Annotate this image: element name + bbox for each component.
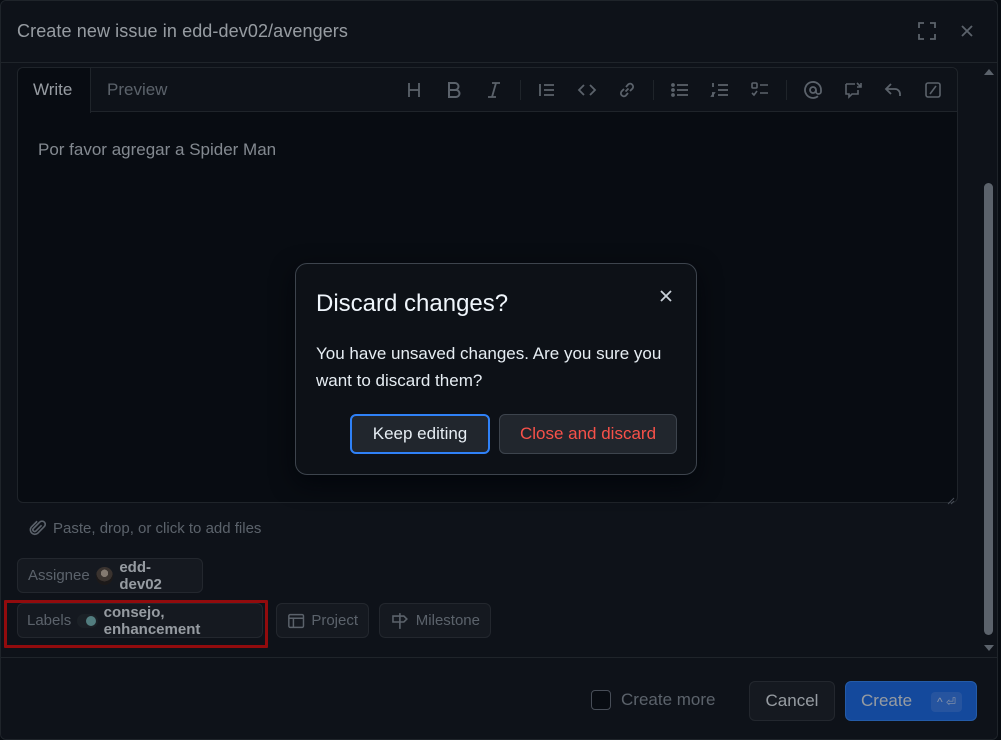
close-and-discard-button[interactable]: Close and discard [499, 414, 677, 454]
keep-editing-button[interactable]: Keep editing [350, 414, 490, 454]
modal-message: You have unsaved changes. Are you sure y… [316, 344, 662, 390]
discard-changes-modal: Discard changes? You have unsaved change… [295, 263, 697, 475]
close-icon[interactable] [656, 286, 676, 306]
modal-title: Discard changes? [316, 290, 509, 317]
